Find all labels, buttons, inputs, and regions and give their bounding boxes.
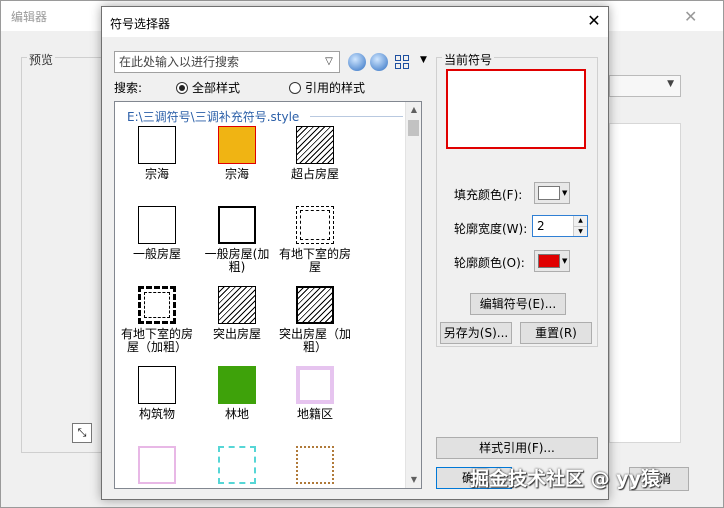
symbol-swatch	[138, 446, 176, 484]
symbol-item[interactable]: 一般房屋(加粗)	[197, 206, 277, 274]
watermark: 掘金技术社区 @ yy猿	[470, 468, 661, 490]
symbol-label: 有地下室的房屋	[278, 247, 351, 274]
outline-color-label: 轮廓颜色(O):	[454, 256, 525, 270]
symbol-swatch	[218, 126, 256, 164]
symbol-label: 构筑物	[138, 407, 175, 421]
close-icon[interactable]: ✕	[582, 11, 606, 33]
symbol-swatch	[218, 446, 256, 484]
symbol-label: 一般房屋(加粗)	[204, 247, 270, 274]
symbol-item[interactable]: 构筑物	[117, 366, 197, 421]
symbol-item[interactable]: 宗海	[117, 126, 197, 181]
symbol-item[interactable]	[197, 446, 277, 488]
editor-properties-panel	[609, 123, 681, 443]
symbol-item[interactable]	[275, 446, 355, 488]
view-grid-icon[interactable]	[393, 53, 411, 71]
symbol-label: 林地	[224, 407, 249, 421]
fill-color-swatch	[538, 186, 560, 200]
symbol-item[interactable]: 林地	[197, 366, 277, 421]
symbol-swatch	[138, 366, 176, 404]
symbol-label: 有地下室的房屋（加粗）	[120, 327, 193, 354]
symbol-label: 地籍区	[296, 407, 333, 421]
symbol-item[interactable]: 超占房屋	[275, 126, 355, 181]
current-symbol-label: 当前符号	[442, 51, 495, 68]
symbol-swatch	[218, 366, 256, 404]
radio-all-styles-label: 全部样式	[192, 81, 241, 95]
symbol-swatch	[138, 126, 176, 164]
chevron-down-icon: ▼	[562, 189, 568, 197]
search-scope-label: 搜索:	[114, 81, 143, 95]
symbol-swatch	[296, 366, 334, 404]
scroll-down-icon[interactable]: ▼	[406, 472, 421, 488]
radio-checked-icon[interactable]	[176, 81, 188, 94]
symbol-swatch	[218, 206, 256, 244]
dialog-titlebar: 符号选择器 ✕	[102, 7, 608, 37]
symbol-item[interactable]: 有地下室的房屋	[275, 206, 355, 274]
symbol-label: 突出房屋（加粗）	[278, 327, 351, 354]
outline-color-swatch	[538, 254, 560, 268]
style-file-path: E:\三调符号\三调补充符号.style	[127, 110, 300, 124]
dialog-title: 符号选择器	[110, 17, 171, 31]
symbol-swatch	[296, 126, 334, 164]
edit-symbol-button[interactable]: 编辑符号(E)...	[470, 293, 566, 315]
chevron-down-icon[interactable]: ▽	[321, 54, 337, 70]
reset-button[interactable]: 重置(R)	[520, 322, 592, 344]
outline-width-spinner[interactable]: ▲ ▼	[532, 215, 588, 237]
view-dropdown-icon[interactable]: ▼	[420, 55, 427, 65]
symbol-item[interactable]: 一般房屋	[117, 206, 197, 261]
symbol-list[interactable]: E:\三调符号\三调补充符号.style 宗海 宗海 超占房屋一般房屋 一般房屋(加粗…	[114, 101, 422, 489]
editor-title: 编辑器	[11, 10, 48, 24]
outline-color-button[interactable]: ▼	[534, 250, 570, 272]
path-divider	[310, 116, 403, 117]
radio-referenced-styles-label: 引用的样式	[305, 81, 366, 95]
style-reference-button[interactable]: 样式引用(F)...	[436, 437, 598, 459]
symbol-item[interactable]	[117, 446, 197, 488]
symbol-label: 一般房屋	[132, 247, 181, 261]
spin-up-icon[interactable]: ▲	[573, 216, 587, 226]
symbol-item[interactable]: 突出房屋	[197, 286, 277, 341]
spin-down-icon[interactable]: ▼	[573, 226, 587, 236]
radio-referenced-styles[interactable]: 引用的样式	[289, 79, 365, 96]
symbol-swatch	[138, 286, 176, 324]
scrollbar-thumb[interactable]	[408, 120, 419, 136]
chevron-down-icon: ▼	[562, 257, 568, 265]
symbol-swatch	[218, 286, 256, 324]
symbol-item[interactable]: 突出房屋（加粗）	[275, 286, 355, 354]
preview-label: 预览	[27, 51, 56, 68]
search-input[interactable]	[115, 52, 319, 72]
search-box[interactable]: ▽	[114, 51, 340, 73]
fill-color-label: 填充颜色(F):	[454, 188, 523, 202]
chevron-down-icon: ▼	[667, 79, 674, 89]
scroll-up-icon[interactable]: ▲	[406, 102, 421, 118]
outline-width-label: 轮廓宽度(W):	[454, 222, 528, 236]
current-symbol-preview	[446, 69, 586, 149]
clear-search-icon[interactable]	[370, 53, 388, 71]
preview-group	[21, 57, 103, 453]
outline-width-input[interactable]	[533, 216, 571, 236]
symbol-list-scrollbar[interactable]: ▲ ▼	[405, 102, 421, 488]
symbol-label: 宗海	[224, 167, 249, 181]
symbol-item[interactable]: 有地下室的房屋（加粗）	[117, 286, 197, 354]
symbol-swatch	[138, 206, 176, 244]
symbol-selector-dialog: 符号选择器 ✕ ▽ ▼ 搜索: 全部样式 引用的样式 E:\三调符号\三调补充符…	[101, 6, 609, 500]
symbol-swatch	[296, 446, 334, 484]
symbol-label: 超占房屋	[290, 167, 339, 181]
symbol-label: 宗海	[144, 167, 169, 181]
editor-dropdown[interactable]: ▼	[609, 75, 681, 97]
symbol-swatch	[296, 286, 334, 324]
collapse-icon[interactable]: ⤡	[72, 423, 92, 443]
symbol-item[interactable]: 宗海	[197, 126, 277, 181]
symbol-item[interactable]: 地籍区	[275, 366, 355, 421]
save-as-button[interactable]: 另存为(S)...	[440, 322, 512, 344]
fill-color-button[interactable]: ▼	[534, 182, 570, 204]
search-icon[interactable]	[348, 53, 366, 71]
symbol-swatch	[296, 206, 334, 244]
radio-all-styles[interactable]: 全部样式	[176, 79, 240, 96]
symbol-label: 突出房屋	[212, 327, 261, 341]
editor-close-icon[interactable]: ✕	[684, 7, 697, 26]
radio-unchecked-icon[interactable]	[289, 81, 301, 94]
